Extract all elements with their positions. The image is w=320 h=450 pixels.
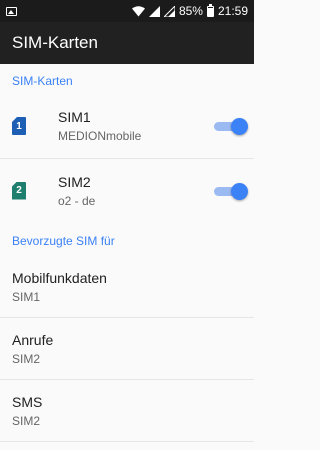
signal-sim1-icon: [148, 5, 160, 17]
signal-sim2-icon: [163, 5, 175, 17]
wifi-icon: [131, 5, 145, 16]
sim-text: SIM1 MEDIONmobile: [58, 109, 214, 143]
sim-text: SIM2 o2 - de: [58, 174, 214, 208]
toggle-thumb: [231, 118, 248, 135]
status-bar: 85% 21:59: [0, 0, 254, 22]
app-bar: SIM-Karten: [0, 22, 254, 64]
sim-name: SIM2: [58, 173, 91, 190]
pref-calls[interactable]: Anrufe SIM2: [0, 318, 254, 380]
sim1-toggle[interactable]: [214, 118, 248, 135]
sim-card-icon: 2: [12, 181, 26, 200]
sim-row-2[interactable]: 2 SIM2 o2 - de: [0, 158, 254, 222]
pref-value: SIM2: [12, 413, 41, 428]
pref-value: SIM2: [12, 351, 41, 366]
pref-value: SIM1: [12, 289, 41, 304]
sim-carrier: o2 - de: [58, 193, 96, 208]
battery-percentage: 85%: [178, 4, 203, 18]
image-notification-icon: [6, 6, 17, 16]
preferred-sim-list: Mobilfunkdaten SIM1 Anrufe SIM2 SMS SIM2: [0, 256, 254, 442]
section-header-preferred: Bevorzugte SIM für: [12, 234, 115, 248]
battery-icon: [206, 3, 214, 17]
sim-carrier: MEDIONmobile: [58, 129, 142, 143]
toggle-thumb: [231, 182, 248, 200]
pref-title: Mobilfunkdaten: [12, 269, 107, 286]
status-clock: 21:59: [217, 4, 248, 18]
sim-card-icon: 1: [12, 117, 26, 135]
pref-mobile-data[interactable]: Mobilfunkdaten SIM1: [0, 256, 254, 318]
sim2-toggle[interactable]: [214, 182, 248, 200]
sim-row-1[interactable]: 1 SIM1 MEDIONmobile: [0, 94, 254, 158]
pref-sms[interactable]: SMS SIM2: [0, 380, 254, 442]
status-left: [6, 6, 132, 16]
sim-list: 1 SIM1 MEDIONmobile 2 SIM2 o2 - de: [0, 94, 254, 222]
section-header-sims: SIM-Karten: [12, 74, 73, 88]
pref-title: SMS: [12, 393, 43, 410]
page-title: SIM-Karten: [12, 33, 98, 52]
status-right: 85% 21:59: [131, 3, 248, 18]
sim-name: SIM1: [58, 109, 91, 125]
pref-title: Anrufe: [12, 331, 54, 348]
